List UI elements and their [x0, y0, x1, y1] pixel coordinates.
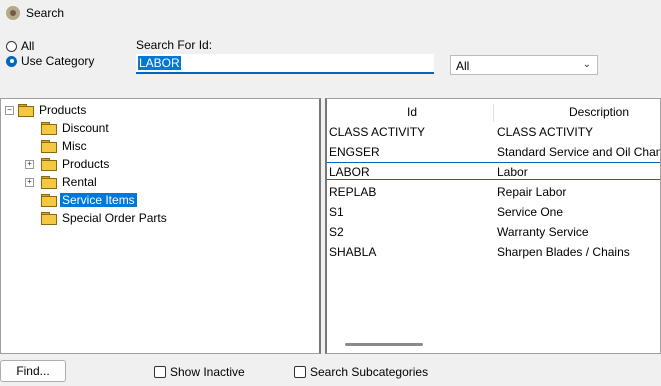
show-inactive-checkbox[interactable]: Show Inactive — [154, 365, 245, 379]
folder-icon — [41, 140, 57, 153]
tree-node-label: Misc — [62, 139, 87, 153]
folder-icon — [41, 176, 57, 189]
radio-all-indicator[interactable] — [6, 40, 17, 52]
tree-node-misc[interactable]: Misc — [41, 137, 89, 155]
column-header-description[interactable]: Description — [569, 105, 629, 123]
filter-dropdown[interactable]: All ⌄ — [450, 55, 598, 75]
folder-icon — [41, 212, 57, 225]
radio-use-category-label: Use Category — [21, 54, 95, 68]
tree-node-products-root[interactable]: − Products — [5, 101, 88, 119]
checkbox-box[interactable] — [294, 366, 306, 378]
chevron-down-icon[interactable]: ⌄ — [583, 59, 591, 70]
table-row[interactable]: S2 Warranty Service — [327, 222, 660, 242]
show-inactive-label: Show Inactive — [170, 365, 245, 379]
table-row-selected[interactable]: LABOR Labor — [327, 162, 660, 180]
folder-icon — [41, 122, 57, 135]
cell-description: Labor — [497, 165, 528, 179]
cell-id: SHABLA — [329, 245, 377, 259]
cell-description: CLASS ACTIVITY — [497, 125, 594, 139]
tree-node-label: Special Order Parts — [62, 211, 167, 225]
app-icon — [6, 6, 20, 20]
tree-node-service-items[interactable]: Service Items — [41, 191, 137, 209]
cell-id: CLASS ACTIVITY — [329, 125, 426, 139]
search-input-value[interactable]: LABOR — [138, 56, 181, 70]
tree-node-discount[interactable]: Discount — [41, 119, 111, 137]
search-input-box[interactable]: LABOR — [136, 54, 434, 74]
tree-node-rental[interactable]: + Rental — [25, 173, 99, 191]
radio-all[interactable]: All — [6, 39, 34, 53]
window-title: Search — [26, 6, 65, 20]
folder-icon — [41, 158, 57, 171]
tree-node-label: Products — [39, 103, 87, 117]
tree-node-label: Products — [62, 157, 110, 171]
horizontal-scrollbar[interactable] — [345, 343, 423, 346]
radio-use-category-indicator[interactable] — [6, 55, 17, 67]
column-header-id[interactable]: Id — [407, 105, 417, 123]
cell-description: Standard Service and Oil Change — [497, 145, 661, 159]
table-row[interactable]: REPLAB Repair Labor — [327, 182, 660, 202]
search-subcategories-label: Search Subcategories — [310, 365, 429, 379]
cell-id: ENGSER — [329, 145, 380, 159]
cell-description: Repair Labor — [497, 185, 567, 199]
search-subcategories-checkbox[interactable]: Search Subcategories — [294, 365, 428, 379]
cell-id: REPLAB — [329, 185, 377, 199]
tree-node-label: Rental — [62, 175, 97, 189]
radio-all-label: All — [21, 39, 35, 53]
folder-open-icon — [41, 194, 57, 207]
filter-dropdown-value: All — [456, 59, 470, 73]
radio-use-category[interactable]: Use Category — [6, 54, 94, 68]
cell-id: S2 — [329, 225, 344, 239]
cell-description: Warranty Service — [497, 225, 589, 239]
tree-node-products[interactable]: + Products — [25, 155, 111, 173]
results-list[interactable]: Id Description CLASS ACTIVITY CLASS ACTI… — [325, 98, 661, 354]
table-row[interactable]: ENGSER Standard Service and Oil Change — [327, 142, 661, 162]
tree-node-label: Discount — [62, 121, 109, 135]
folder-icon — [18, 104, 34, 117]
cell-id: LABOR — [329, 165, 370, 179]
table-row[interactable]: CLASS ACTIVITY CLASS ACTIVITY — [327, 122, 660, 142]
expand-icon[interactable]: + — [25, 177, 34, 187]
title-bar: Search — [0, 0, 661, 26]
search-label: Search For Id: — [136, 38, 213, 52]
tree-node-label: Service Items — [60, 193, 137, 207]
column-divider[interactable] — [493, 104, 494, 122]
checkbox-box[interactable] — [154, 366, 166, 378]
cell-id: S1 — [329, 205, 344, 219]
collapse-icon[interactable]: − — [5, 105, 14, 115]
cell-description: Service One — [497, 205, 564, 219]
tree-node-special-order-parts[interactable]: Special Order Parts — [41, 209, 169, 227]
table-row[interactable]: S1 Service One — [327, 202, 660, 222]
expand-icon[interactable]: + — [25, 159, 34, 169]
find-button[interactable]: Find... — [0, 360, 66, 382]
table-row[interactable]: SHABLA Sharpen Blades / Chains — [327, 242, 660, 262]
cell-description: Sharpen Blades / Chains — [497, 245, 630, 259]
category-tree[interactable]: − Products Discount Misc + Products + Re… — [0, 98, 321, 354]
